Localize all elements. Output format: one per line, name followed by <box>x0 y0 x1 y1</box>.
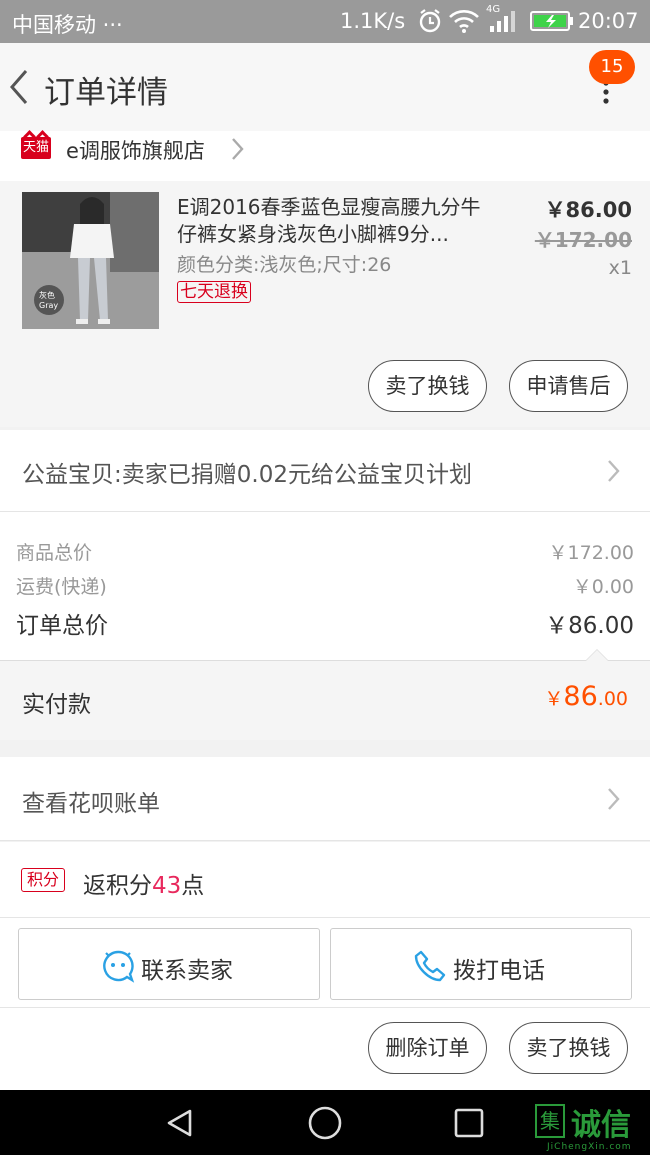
charity-text: 公益宝贝:卖家已捐赠0.02元给公益宝贝计划 <box>22 462 472 488</box>
product-sku: 颜色分类:浅灰色;尺寸:26 <box>177 254 392 276</box>
points-prefix: 返积分 <box>83 873 152 899</box>
points-tag: 积分 <box>21 868 65 892</box>
goods-total-label: 商品总价 <box>16 542 93 564</box>
points-row: 积分 返积分43点 <box>0 842 650 918</box>
sell-item-button-bottom[interactable]: 卖了换钱 <box>509 1022 628 1074</box>
huabei-bill-row[interactable]: 查看花呗账单 <box>0 757 650 841</box>
system-nav-bar: 集 诚信 JiChengXin.com <box>0 1090 650 1155</box>
huabei-text: 查看花呗账单 <box>22 791 160 817</box>
delete-order-button[interactable]: 删除订单 <box>368 1022 487 1074</box>
summary-pointer <box>586 650 608 661</box>
sell-item-button[interactable]: 卖了换钱 <box>368 360 487 412</box>
header-bar: 订单详情 15 <box>0 43 650 131</box>
paid-label: 实付款 <box>22 692 91 718</box>
contact-row: 联系卖家 拨打电话 <box>0 918 650 1008</box>
contact-seller-button[interactable]: 联系卖家 <box>18 928 320 1000</box>
chevron-right-icon <box>232 138 244 160</box>
thumb-color-label-en: Gray <box>39 301 59 310</box>
order-actions: 删除订单 卖了换钱 <box>0 1008 650 1090</box>
alarm-icon <box>419 9 441 33</box>
thumb-color-label: 灰色 <box>39 291 55 300</box>
paid-integer: 86 <box>563 681 598 712</box>
chevron-right-icon <box>608 460 620 482</box>
clock: 20:07 <box>578 9 639 33</box>
notification-badge: 15 <box>589 50 635 84</box>
paid-decimal: .00 <box>597 688 628 710</box>
product-title[interactable]: E调2016春季蓝色显瘦高腰九分牛仔裤女紧身浅灰色小脚裤9分... <box>177 194 497 248</box>
signal-icon <box>490 11 515 32</box>
goods-total-value: ￥172.00 <box>548 542 634 564</box>
shipping-value: ￥0.00 <box>572 576 634 598</box>
chat-face-icon <box>103 950 135 983</box>
watermark-text: 诚信 <box>571 1108 631 1143</box>
shop-name: e调服饰旗舰店 <box>66 139 205 163</box>
shop-row[interactable]: 天猫 e调服饰旗舰店 <box>0 131 650 181</box>
product-quantity: x1 <box>608 257 632 279</box>
back-nav-icon[interactable] <box>164 1107 196 1139</box>
charity-row[interactable]: 公益宝贝:卖家已捐赠0.02元给公益宝贝计划 <box>0 430 650 512</box>
paid-amount-row: 实付款 ￥86.00 <box>0 661 650 740</box>
watermark-logo: 集 诚信 JiChengXin.com <box>533 1098 650 1152</box>
network-speed: 1.1K/s <box>340 9 406 33</box>
product-price: ￥86.00 <box>544 198 632 222</box>
back-arrow-icon[interactable] <box>6 65 36 109</box>
shipping-label: 运费(快递) <box>16 576 107 598</box>
return-policy-tag: 七天退换 <box>177 281 251 303</box>
order-total-label: 订单总价 <box>16 613 108 639</box>
product-thumbnail[interactable]: 灰色 Gray <box>22 192 159 329</box>
phone-icon <box>414 950 446 982</box>
call-label: 拨打电话 <box>453 958 545 984</box>
paid-currency: ￥ <box>544 688 564 710</box>
battery-icon <box>530 11 573 31</box>
watermark-box: 集 <box>535 1104 565 1138</box>
call-button[interactable]: 拨打电话 <box>330 928 632 1000</box>
product-card: 灰色 Gray E调2016春季蓝色显瘦高腰九分牛仔裤女紧身浅灰色小脚裤9分..… <box>0 181 650 427</box>
recents-nav-icon[interactable] <box>453 1107 485 1139</box>
points-suffix: 点 <box>181 873 205 899</box>
product-original-price: ￥172.00 <box>534 228 632 252</box>
watermark-subtext: JiChengXin.com <box>547 1142 632 1152</box>
order-total-value: ￥86.00 <box>545 613 634 639</box>
chevron-right-icon <box>608 788 620 810</box>
page-title: 订单详情 <box>44 75 168 111</box>
carrier-label: 中国移动 ··· <box>12 13 123 37</box>
wifi-icon <box>449 10 479 33</box>
status-bar: 中国移动 ··· 1.1K/s 4G 20:07 <box>0 0 650 43</box>
tmall-logo: 天猫 <box>21 137 51 159</box>
paid-amount: ￥86.00 <box>544 681 628 712</box>
points-text: 返积分43点 <box>83 866 204 900</box>
after-sale-button[interactable]: 申请售后 <box>509 360 628 412</box>
points-value: 43 <box>152 873 182 899</box>
home-nav-icon[interactable] <box>307 1105 343 1141</box>
contact-seller-label: 联系卖家 <box>141 958 233 984</box>
price-summary: 商品总价 ￥172.00 运费(快递) ￥0.00 订单总价 ￥86.00 <box>0 512 650 661</box>
